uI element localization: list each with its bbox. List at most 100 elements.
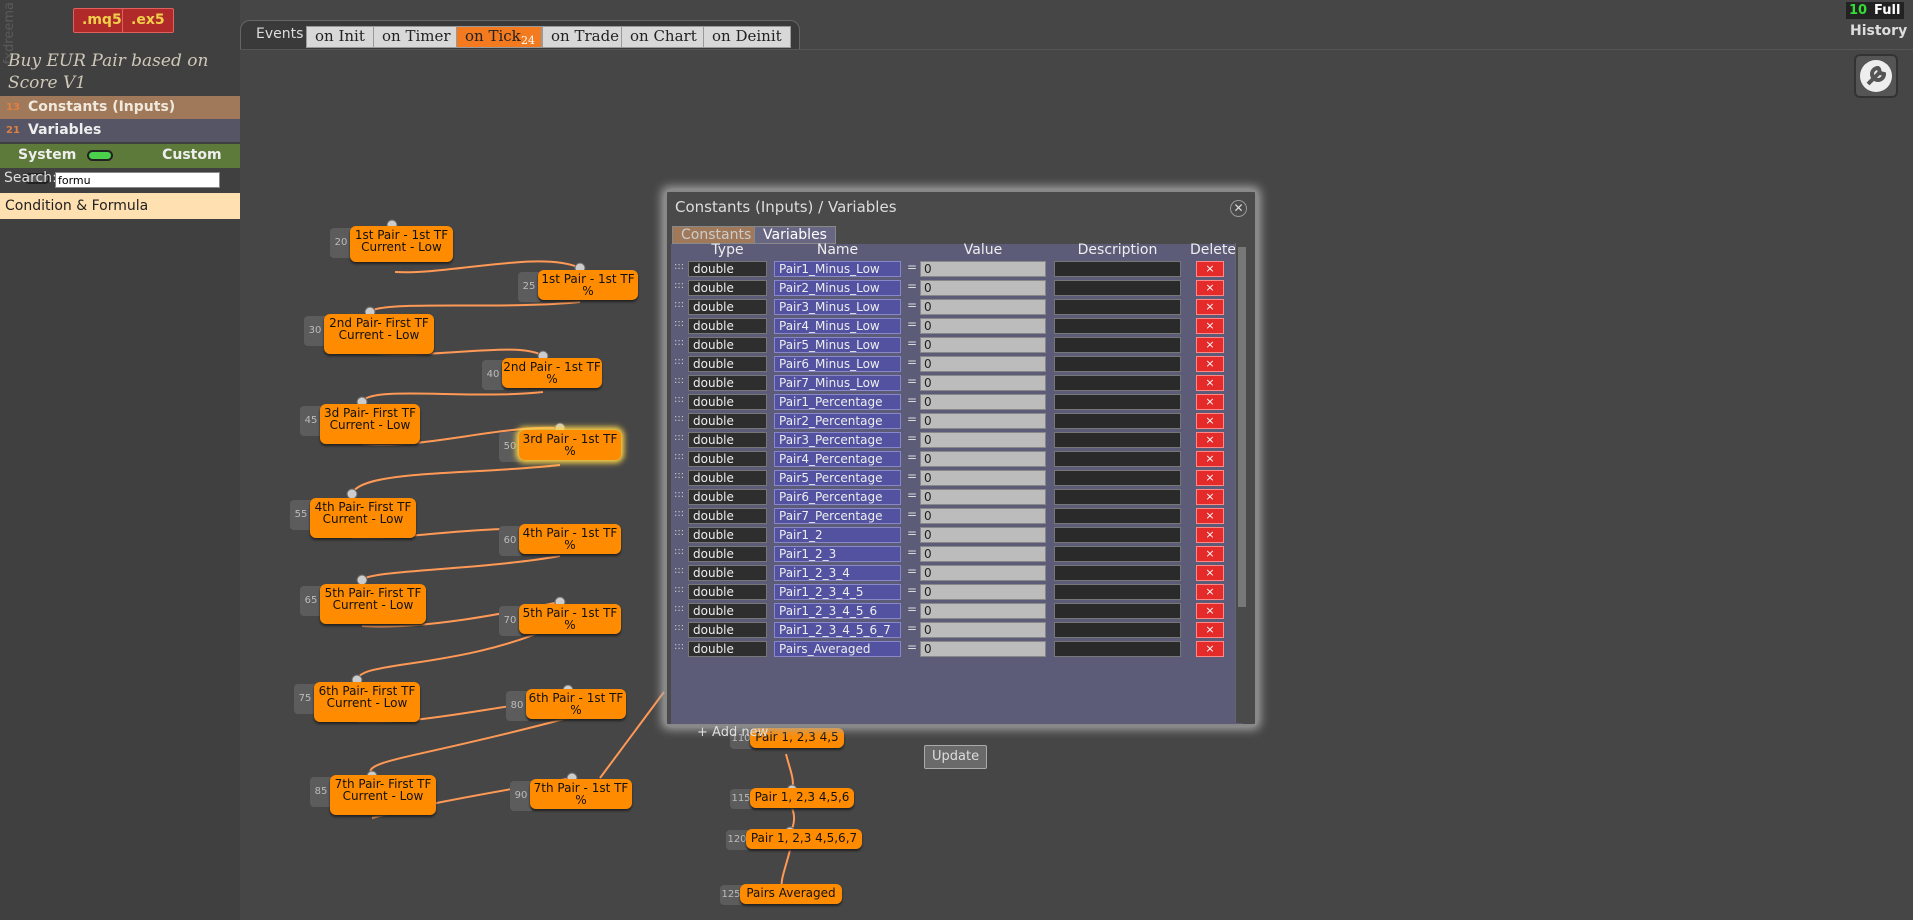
name-field[interactable]: Pair3_Percentage: [774, 432, 901, 448]
drag-handle-icon[interactable]: :::: [674, 261, 684, 272]
delete-button[interactable]: ×: [1196, 280, 1224, 296]
delete-button[interactable]: ×: [1196, 489, 1224, 505]
description-field[interactable]: [1054, 413, 1181, 429]
delete-button[interactable]: ×: [1196, 470, 1224, 486]
name-field[interactable]: Pair4_Percentage: [774, 451, 901, 467]
description-field[interactable]: [1054, 527, 1181, 543]
type-field[interactable]: double: [688, 318, 767, 334]
delete-button[interactable]: ×: [1196, 375, 1224, 391]
delete-button[interactable]: ×: [1196, 546, 1224, 562]
type-field[interactable]: double: [688, 375, 767, 391]
scroll-thumb[interactable]: [1238, 247, 1246, 607]
name-field[interactable]: Pair1_2_3_4_5: [774, 584, 901, 600]
drag-handle-icon[interactable]: :::: [674, 299, 684, 310]
node-25[interactable]: 25 1st Pair - 1st TF %: [518, 270, 638, 302]
node-30[interactable]: 30 2nd Pair- First TF Current - Low: [304, 314, 434, 354]
drag-handle-icon[interactable]: :::: [674, 280, 684, 291]
name-field[interactable]: Pair3_Minus_Low: [774, 299, 901, 315]
drag-handle-icon[interactable]: :::: [674, 394, 684, 405]
type-field[interactable]: double: [688, 261, 767, 277]
value-field[interactable]: 0: [920, 337, 1046, 353]
node-55[interactable]: 55 4th Pair- First TF Current - Low: [290, 498, 416, 538]
drag-handle-icon[interactable]: :::: [674, 622, 684, 633]
description-field[interactable]: [1054, 337, 1181, 353]
value-field[interactable]: 0: [920, 394, 1046, 410]
node-70[interactable]: 70 5th Pair - 1st TF %: [499, 604, 621, 636]
name-field[interactable]: Pair4_Minus_Low: [774, 318, 901, 334]
node-45[interactable]: 45 3d Pair- First TF Current - Low: [300, 404, 420, 444]
node-125[interactable]: 125 Pairs Averaged: [720, 884, 842, 905]
value-field[interactable]: 0: [920, 451, 1046, 467]
node-65[interactable]: 65 5th Pair- First TF Current - Low: [300, 584, 426, 624]
description-field[interactable]: [1054, 565, 1181, 581]
name-field[interactable]: Pair5_Percentage: [774, 470, 901, 486]
delete-button[interactable]: ×: [1196, 261, 1224, 277]
update-button[interactable]: Update: [924, 745, 988, 769]
value-field[interactable]: 0: [920, 413, 1046, 429]
delete-button[interactable]: ×: [1196, 622, 1224, 638]
delete-button[interactable]: ×: [1196, 603, 1224, 619]
type-field[interactable]: double: [688, 299, 767, 315]
value-field[interactable]: 0: [920, 280, 1046, 296]
name-field[interactable]: Pair6_Percentage: [774, 489, 901, 505]
value-field[interactable]: 0: [920, 356, 1046, 372]
drag-handle-icon[interactable]: :::: [674, 641, 684, 652]
delete-button[interactable]: ×: [1196, 641, 1224, 657]
drag-handle-icon[interactable]: :::: [674, 413, 684, 424]
value-field[interactable]: 0: [920, 584, 1046, 600]
name-field[interactable]: Pair7_Minus_Low: [774, 375, 901, 391]
type-field[interactable]: double: [688, 603, 767, 619]
type-field[interactable]: double: [688, 489, 767, 505]
value-field[interactable]: 0: [920, 489, 1046, 505]
value-field[interactable]: 0: [920, 375, 1046, 391]
name-field[interactable]: Pairs_Averaged: [774, 641, 901, 657]
node-115[interactable]: 115 Pair 1, 2,3 4,5,6: [730, 788, 854, 809]
description-field[interactable]: [1054, 603, 1181, 619]
drag-handle-icon[interactable]: :::: [674, 565, 684, 576]
delete-button[interactable]: ×: [1196, 356, 1224, 372]
node-80[interactable]: 80 6th Pair - 1st TF %: [506, 689, 626, 721]
delete-button[interactable]: ×: [1196, 527, 1224, 543]
node-90[interactable]: 90 7th Pair - 1st TF %: [510, 779, 632, 811]
delete-button[interactable]: ×: [1196, 508, 1224, 524]
name-field[interactable]: Pair1_2_3_4: [774, 565, 901, 581]
type-field[interactable]: double: [688, 546, 767, 562]
name-field[interactable]: Pair1_Percentage: [774, 394, 901, 410]
dialog-scrollbar[interactable]: [1235, 243, 1247, 723]
drag-handle-icon[interactable]: :::: [674, 527, 684, 538]
value-field[interactable]: 0: [920, 622, 1046, 638]
value-field[interactable]: 0: [920, 603, 1046, 619]
description-field[interactable]: [1054, 299, 1181, 315]
drag-handle-icon[interactable]: :::: [674, 508, 684, 519]
value-field[interactable]: 0: [920, 546, 1046, 562]
close-icon[interactable]: ✕: [1230, 200, 1247, 217]
drag-handle-icon[interactable]: :::: [674, 489, 684, 500]
value-field[interactable]: 0: [920, 565, 1046, 581]
value-field[interactable]: 0: [920, 641, 1046, 657]
value-field[interactable]: 0: [920, 470, 1046, 486]
drag-handle-icon[interactable]: :::: [674, 318, 684, 329]
drag-handle-icon[interactable]: :::: [674, 546, 684, 557]
type-field[interactable]: double: [688, 280, 767, 296]
type-field[interactable]: double: [688, 356, 767, 372]
description-field[interactable]: [1054, 584, 1181, 600]
name-field[interactable]: Pair7_Percentage: [774, 508, 901, 524]
description-field[interactable]: [1054, 318, 1181, 334]
value-field[interactable]: 0: [920, 299, 1046, 315]
delete-button[interactable]: ×: [1196, 318, 1224, 334]
name-field[interactable]: Pair1_2_3_4_5_6_7: [774, 622, 901, 638]
drag-handle-icon[interactable]: :::: [674, 584, 684, 595]
type-field[interactable]: double: [688, 413, 767, 429]
drag-handle-icon[interactable]: :::: [674, 375, 684, 386]
drag-handle-icon[interactable]: :::: [674, 337, 684, 348]
name-field[interactable]: Pair2_Minus_Low: [774, 280, 901, 296]
description-field[interactable]: [1054, 280, 1181, 296]
name-field[interactable]: Pair2_Percentage: [774, 413, 901, 429]
description-field[interactable]: [1054, 394, 1181, 410]
drag-handle-icon[interactable]: :::: [674, 356, 684, 367]
drag-handle-icon[interactable]: :::: [674, 451, 684, 462]
description-field[interactable]: [1054, 451, 1181, 467]
name-field[interactable]: Pair5_Minus_Low: [774, 337, 901, 353]
node-120[interactable]: 120 Pair 1, 2,3 4,5,6,7: [726, 829, 862, 850]
drag-handle-icon[interactable]: :::: [674, 470, 684, 481]
